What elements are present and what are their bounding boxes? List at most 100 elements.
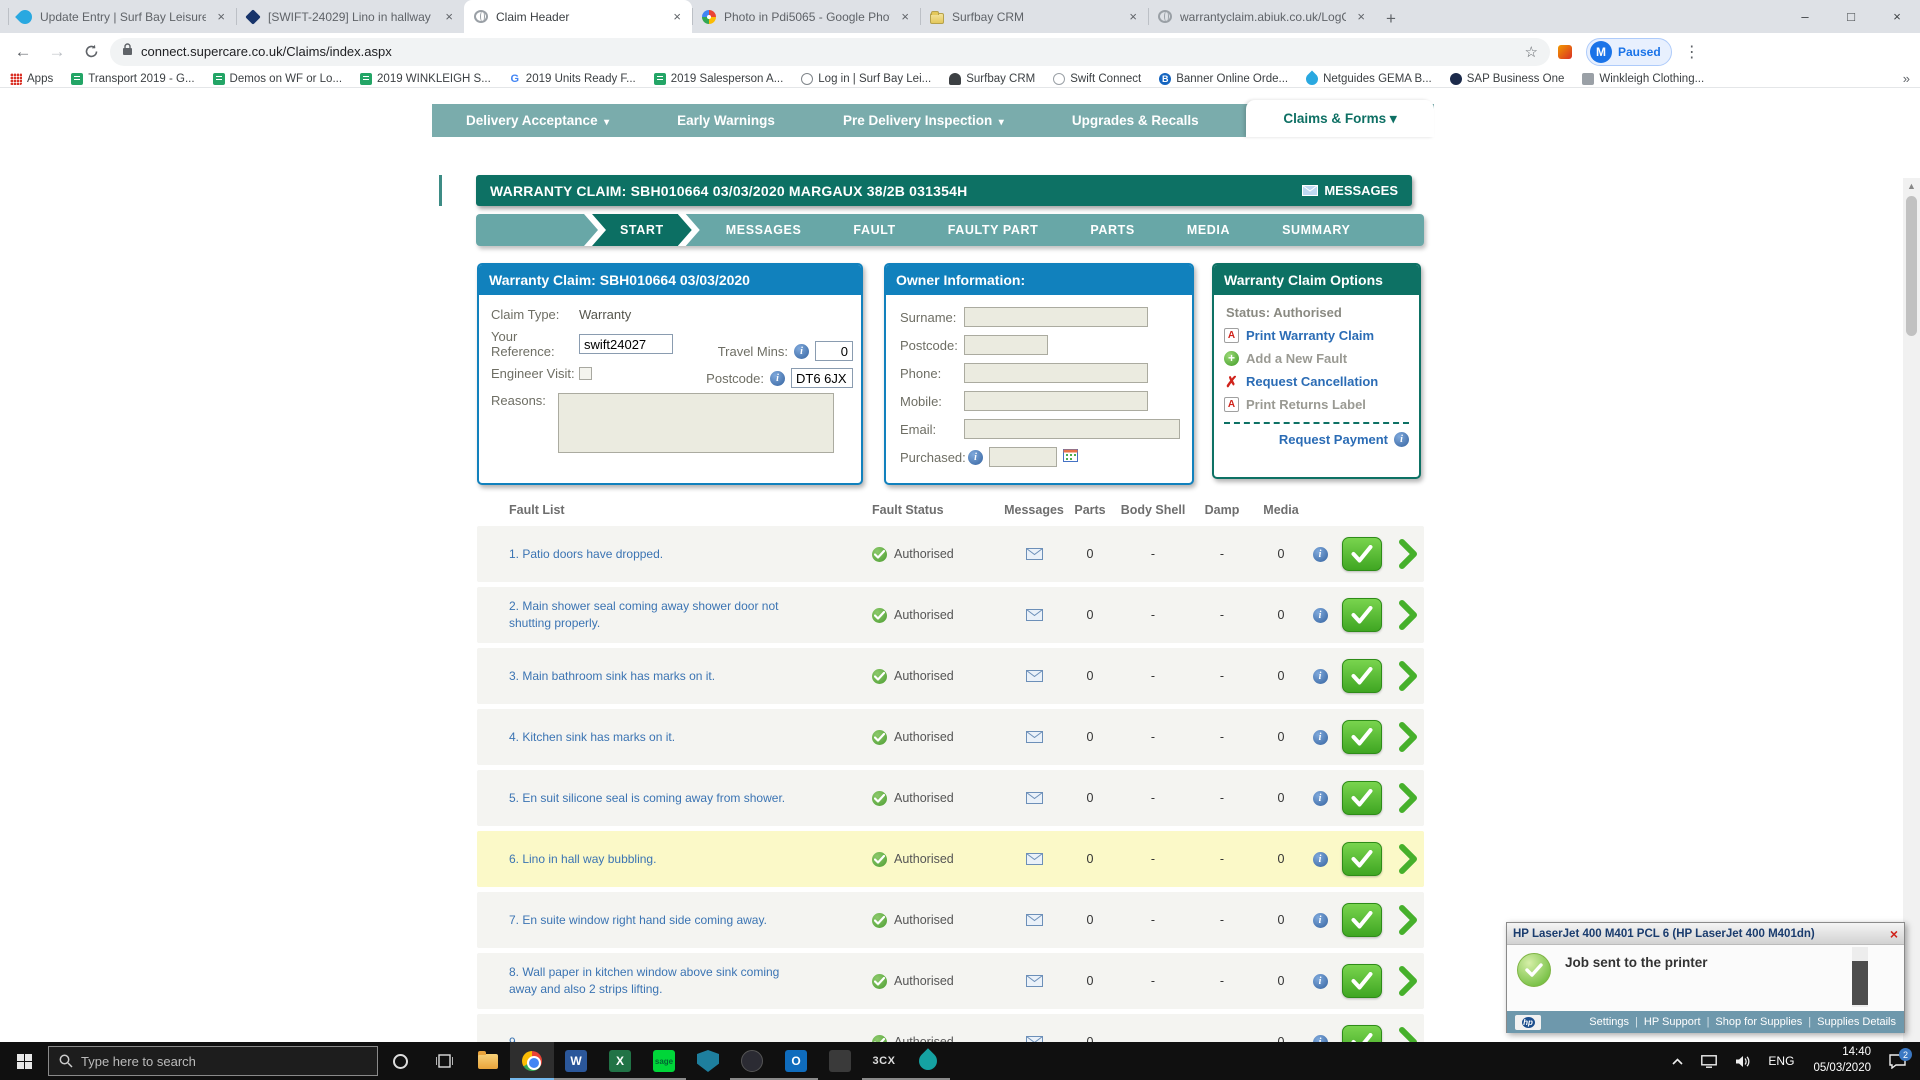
- approve-button[interactable]: [1342, 1025, 1382, 1042]
- hp-footer-link[interactable]: HP Support: [1644, 1016, 1701, 1028]
- message-envelope-icon[interactable]: [1004, 548, 1064, 560]
- info-icon[interactable]: i: [968, 449, 983, 465]
- bookmark-item[interactable]: B Banner Online Orde...: [1159, 72, 1288, 85]
- fault-link[interactable]: 5. En suit silicone seal is coming away …: [477, 790, 807, 807]
- nav-item[interactable]: Delivery Acceptance ▾: [432, 113, 643, 128]
- bookmark-item[interactable]: Transport 2019 - G...: [71, 72, 195, 85]
- hp-footer-link[interactable]: Settings: [1589, 1016, 1629, 1028]
- open-fault-arrow-icon[interactable]: [1392, 905, 1424, 935]
- step-tab[interactable]: FAULTY PART: [922, 214, 1065, 246]
- start-button[interactable]: [0, 1042, 48, 1080]
- approve-button[interactable]: [1342, 537, 1382, 571]
- taskbar-clock[interactable]: 14:40 05/03/2020: [1803, 1045, 1881, 1076]
- scrollbar-thumb[interactable]: [1906, 196, 1917, 336]
- taskbar-shield-app-button[interactable]: [686, 1042, 730, 1080]
- info-icon[interactable]: i: [770, 370, 785, 386]
- fault-link[interactable]: 7. En suite window right hand side comin…: [477, 912, 807, 929]
- bookmark-item[interactable]: Winkleigh Clothing...: [1582, 72, 1704, 85]
- message-envelope-icon[interactable]: [1004, 731, 1064, 743]
- option-link[interactable]: Print Returns Label: [1224, 397, 1409, 412]
- your-reference-input[interactable]: [579, 334, 673, 354]
- bookmark-item[interactable]: SAP Business One: [1449, 72, 1564, 85]
- info-icon[interactable]: i: [1312, 1034, 1328, 1042]
- postcode-input[interactable]: [791, 368, 853, 388]
- owner-field-input[interactable]: [964, 363, 1148, 383]
- browser-tab[interactable]: [SWIFT-24029] Lino in hallway bu ×: [236, 0, 464, 33]
- fault-row[interactable]: 3. Main bathroom sink has marks on it. A…: [477, 648, 1424, 704]
- fault-row[interactable]: 9. Authorised 0 - - 0 i: [477, 1014, 1424, 1042]
- fault-row[interactable]: 6. Lino in hall way bubbling. Authorised…: [477, 831, 1424, 887]
- info-icon[interactable]: i: [794, 343, 809, 359]
- info-icon[interactable]: i: [1312, 668, 1328, 684]
- fault-link[interactable]: 2. Main shower seal coming away shower d…: [477, 598, 807, 632]
- taskbar-dark-app-button[interactable]: [730, 1042, 774, 1080]
- calendar-icon[interactable]: [1063, 448, 1078, 467]
- fault-row[interactable]: 4. Kitchen sink has marks on it. Authori…: [477, 709, 1424, 765]
- bookmark-item[interactable]: Apps: [10, 72, 53, 85]
- cortana-button[interactable]: [378, 1042, 422, 1080]
- task-view-button[interactable]: [422, 1042, 466, 1080]
- option-link[interactable]: ✗ Request Cancellation: [1224, 374, 1409, 391]
- taskbar-teal-drop-button[interactable]: [906, 1042, 950, 1080]
- travel-mins-input[interactable]: [815, 341, 853, 361]
- info-icon[interactable]: i: [1312, 851, 1328, 867]
- browser-tab[interactable]: Claim Header ×: [464, 0, 692, 33]
- message-envelope-icon[interactable]: [1004, 914, 1064, 926]
- language-indicator[interactable]: ENG: [1759, 1042, 1803, 1080]
- approve-button[interactable]: [1342, 720, 1382, 754]
- nav-item[interactable]: Upgrades & Recalls: [1038, 113, 1233, 128]
- nav-item[interactable]: Early Warnings: [643, 113, 809, 128]
- message-envelope-icon[interactable]: [1004, 792, 1064, 804]
- address-bar[interactable]: connect.supercare.co.uk/Claims/index.asp…: [110, 37, 1550, 66]
- taskbar-chrome-button[interactable]: [510, 1042, 554, 1080]
- bookmark-item[interactable]: Netguides GEMA B...: [1303, 70, 1432, 87]
- engineer-visit-checkbox[interactable]: [579, 367, 592, 380]
- fault-row[interactable]: 2. Main shower seal coming away shower d…: [477, 587, 1424, 643]
- bookmark-item[interactable]: Demos on WF or Lo...: [212, 72, 342, 85]
- step-tab[interactable]: PARTS: [1064, 214, 1160, 246]
- browser-tab[interactable]: Update Entry | Surf Bay Leisure ×: [8, 0, 236, 33]
- open-fault-arrow-icon[interactable]: [1392, 722, 1424, 752]
- bookmark-item[interactable]: Log in | Surf Bay Lei...: [801, 72, 931, 85]
- page-scrollbar[interactable]: ▲ ▼: [1903, 178, 1920, 1042]
- approve-button[interactable]: [1342, 964, 1382, 998]
- browser-tab[interactable]: Photo in Pdi5065 - Google Photo ×: [692, 0, 920, 33]
- owner-field-input[interactable]: [964, 391, 1148, 411]
- bookmark-item[interactable]: Swift Connect: [1053, 72, 1141, 85]
- browser-tab[interactable]: warrantyclaim.abiuk.co.uk/LogCla ×: [1148, 0, 1376, 33]
- approve-button[interactable]: [1342, 598, 1382, 632]
- browser-tab[interactable]: Surfbay CRM ×: [920, 0, 1148, 33]
- message-envelope-icon[interactable]: [1004, 853, 1064, 865]
- browser-menu-icon[interactable]: ⋮: [1676, 42, 1708, 62]
- tab-close-icon[interactable]: ×: [1354, 9, 1368, 24]
- reasons-textarea[interactable]: [557, 393, 834, 453]
- bookmark-star-icon[interactable]: ☆: [1525, 43, 1538, 61]
- profile-button[interactable]: M Paused: [1586, 37, 1672, 66]
- new-tab-button[interactable]: +: [1376, 9, 1406, 33]
- tab-close-icon[interactable]: ×: [1126, 9, 1140, 24]
- fault-row[interactable]: 7. En suite window right hand side comin…: [477, 892, 1424, 948]
- fault-row[interactable]: 8. Wall paper in kitchen window above si…: [477, 953, 1424, 1009]
- step-tab[interactable]: FAULT: [827, 214, 921, 246]
- approve-button[interactable]: [1342, 842, 1382, 876]
- hp-footer-link[interactable]: Shop for Supplies: [1715, 1016, 1802, 1028]
- option-link[interactable]: Print Warranty Claim: [1224, 328, 1409, 343]
- action-center-button[interactable]: 2: [1881, 1042, 1920, 1080]
- bookmark-item[interactable]: G 2019 Units Ready F...: [509, 73, 636, 85]
- tab-close-icon[interactable]: ×: [670, 9, 684, 24]
- approve-button[interactable]: [1342, 903, 1382, 937]
- display-icon[interactable]: [1692, 1042, 1726, 1080]
- fault-row[interactable]: 5. En suit silicone seal is coming away …: [477, 770, 1424, 826]
- taskbar-word-button[interactable]: W: [554, 1042, 598, 1080]
- nav-item[interactable]: Pre Delivery Inspection ▾: [809, 113, 1038, 128]
- bookmark-item[interactable]: 2019 Salesperson A...: [653, 72, 783, 85]
- maximize-button[interactable]: □: [1828, 0, 1874, 33]
- fault-link[interactable]: 8. Wall paper in kitchen window above si…: [477, 964, 807, 998]
- close-button[interactable]: ×: [1874, 0, 1920, 33]
- open-fault-arrow-icon[interactable]: [1392, 661, 1424, 691]
- bookmarks-overflow-icon[interactable]: »: [1903, 71, 1910, 86]
- info-icon[interactable]: i: [1312, 607, 1328, 623]
- tab-close-icon[interactable]: ×: [442, 9, 456, 24]
- hidden-icons-chevron[interactable]: [1663, 1042, 1692, 1080]
- message-envelope-icon[interactable]: [1004, 670, 1064, 682]
